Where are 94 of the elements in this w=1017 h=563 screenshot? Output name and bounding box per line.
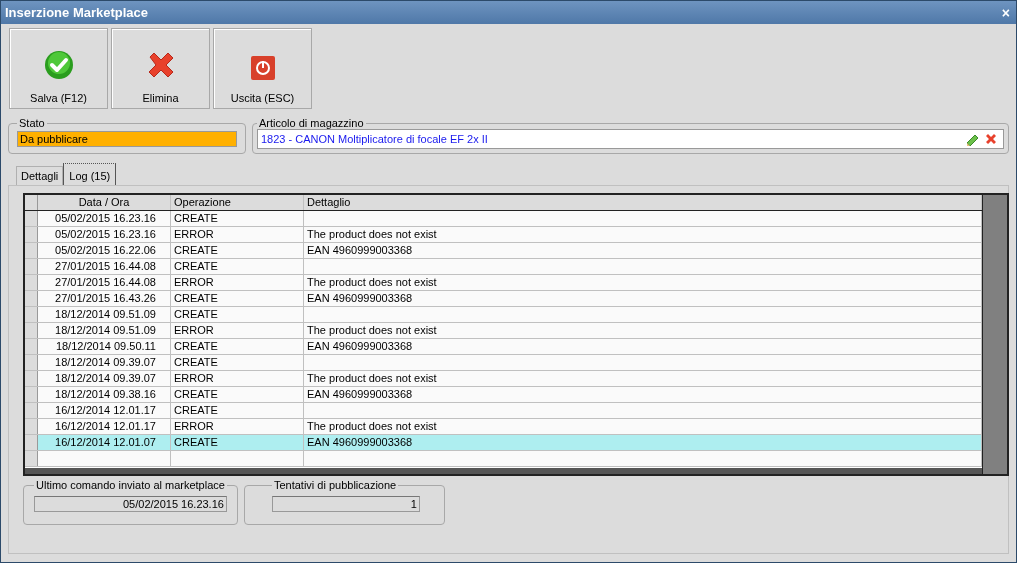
row-indicator[interactable] (25, 291, 38, 306)
table-cell: CREATE (174, 356, 218, 368)
table-cell: 05/02/2015 16.23.16 (55, 212, 156, 224)
group-label: Stato (18, 117, 46, 129)
row-indicator[interactable] (25, 307, 38, 322)
table-cell: 18/12/2014 09.39.07 (55, 372, 156, 384)
readonly-field: 1 (271, 496, 420, 512)
table-cell: EAN 4960999003368 (307, 244, 413, 256)
table-cell: EAN 4960999003368 (307, 436, 413, 448)
table-cell: 16/12/2014 12.01.17 (55, 404, 156, 416)
row-indicator[interactable] (25, 339, 38, 354)
row-indicator[interactable] (25, 275, 38, 290)
table-row[interactable]: 18/12/2014 09.51.09 ERROR The product does not exist (25, 323, 982, 339)
table-row[interactable]: 18/12/2014 09.39.07 CREATE (25, 355, 982, 371)
table-cell: CREATE (174, 340, 218, 352)
table-row[interactable]: 27/01/2015 16.44.08 CREATE (25, 259, 982, 275)
toolbar-button[interactable]: Uscita (ESC) (213, 28, 312, 109)
power-icon (250, 56, 275, 80)
tab[interactable]: Dettagli (16, 166, 64, 185)
table-cell: 05/02/2015 16.22.06 (55, 244, 156, 256)
table-cell: 18/12/2014 09.39.07 (55, 356, 156, 368)
table-row[interactable]: 27/01/2015 16.43.26 CREATE EAN 4960999003368 (25, 291, 982, 307)
toolbar-button[interactable]: Elimina (111, 28, 210, 109)
table-cell: CREATE (174, 308, 218, 320)
table-cell: EAN 4960999003368 (307, 340, 413, 352)
table-row[interactable]: 18/12/2014 09.51.09 CREATE (25, 307, 982, 323)
tab[interactable]: Log (15) (63, 163, 117, 185)
table-cell: 16/12/2014 12.01.07 (55, 436, 156, 448)
table-cell: 18/12/2014 09.51.09 (55, 308, 156, 320)
table-cell: The product does not exist (307, 276, 437, 288)
row-indicator[interactable] (25, 371, 38, 386)
table-cell: CREATE (174, 388, 218, 400)
window-title: Inserzione Marketplace (5, 5, 149, 20)
toolbar-button[interactable]: Salva (F12) (9, 28, 108, 109)
table-cell: EAN 4960999003368 (307, 292, 413, 304)
table-cell: The product does not exist (307, 372, 437, 384)
article-link[interactable]: 1823 - CANON Moltiplicatore di focale EF 2x II (261, 133, 961, 145)
table-cell: 18/12/2014 09.38.16 (55, 388, 156, 400)
delete-icon[interactable] (985, 133, 997, 145)
row-indicator[interactable] (25, 435, 38, 450)
row-indicator[interactable] (25, 387, 38, 402)
table-cell: The product does not exist (307, 324, 437, 336)
table-row[interactable]: 16/12/2014 12.01.17 CREATE (25, 403, 982, 419)
table-row[interactable]: 16/12/2014 12.01.07 CREATE EAN 4960999003368 (25, 435, 982, 451)
table-cell: CREATE (174, 260, 218, 272)
readonly-field: 05/02/2015 16.23.16 (34, 496, 227, 512)
row-indicator[interactable] (25, 403, 38, 418)
table-row[interactable]: 05/02/2015 16.22.06 CREATE EAN 4960999003368 (25, 243, 982, 259)
row-indicator[interactable] (25, 355, 38, 370)
row-indicator[interactable] (25, 323, 38, 338)
empty-row[interactable] (25, 451, 982, 467)
table-cell: CREATE (174, 212, 218, 224)
column-header[interactable]: Operazione (171, 195, 304, 210)
table-cell: The product does not exist (307, 228, 437, 240)
table-cell: CREATE (174, 244, 218, 256)
row-indicator[interactable] (25, 259, 38, 274)
table-cell: 16/12/2014 12.01.17 (55, 420, 156, 432)
table-row[interactable]: 18/12/2014 09.39.07 ERROR The product does not exist (25, 371, 982, 387)
row-indicator[interactable] (25, 211, 38, 226)
pencil-icon[interactable] (966, 132, 980, 146)
table-row[interactable]: 18/12/2014 09.50.11 CREATE EAN 4960999003368 (25, 339, 982, 355)
table-cell: CREATE (174, 292, 218, 304)
table-cell: ERROR (174, 372, 214, 384)
row-indicator[interactable] (25, 419, 38, 434)
table-cell: ERROR (174, 276, 214, 288)
table-cell: 27/01/2015 16.44.08 (55, 260, 156, 272)
row-indicator[interactable] (25, 451, 38, 466)
table-cell: CREATE (174, 404, 218, 416)
check-icon (43, 50, 74, 80)
table-cell: 27/01/2015 16.44.08 (55, 276, 156, 288)
row-indicator[interactable] (25, 243, 38, 258)
group-label: Ultimo comando inviato al marketplace (35, 479, 226, 491)
table-cell: 05/02/2015 16.23.16 (55, 228, 156, 240)
table-cell: ERROR (174, 324, 214, 336)
status-field[interactable]: Da pubblicare (17, 131, 237, 147)
table-cell: EAN 4960999003368 (307, 388, 413, 400)
row-indicator[interactable] (25, 227, 38, 242)
table-row[interactable]: 27/01/2015 16.44.08 ERROR The product does not exist (25, 275, 982, 291)
close-button[interactable]: × (999, 4, 1012, 21)
table-cell: CREATE (174, 436, 218, 448)
table-row[interactable]: 05/02/2015 16.23.16 CREATE (25, 211, 982, 227)
article-field[interactable]: 1823 - CANON Moltiplicatore di focale EF 2x II (257, 129, 1004, 149)
table-row[interactable]: 16/12/2014 12.01.17 ERROR The product does not exist (25, 419, 982, 435)
table-cell: 18/12/2014 09.51.09 (55, 324, 156, 336)
group-label: Articolo di magazzino (258, 117, 365, 129)
table-cell: ERROR (174, 420, 214, 432)
table-cell: ERROR (174, 228, 214, 240)
table-row[interactable]: 05/02/2015 16.23.16 ERROR The product does not exist (25, 227, 982, 243)
table-cell: 27/01/2015 16.43.26 (55, 292, 156, 304)
column-header[interactable]: Data / Ora (38, 195, 171, 210)
table-row[interactable]: 18/12/2014 09.38.16 CREATE EAN 4960999003368 (25, 387, 982, 403)
group-label: Tentativi di pubblicazione (272, 479, 398, 491)
table-cell: The product does not exist (307, 420, 437, 432)
table-cell: 18/12/2014 09.50.11 (55, 340, 156, 352)
